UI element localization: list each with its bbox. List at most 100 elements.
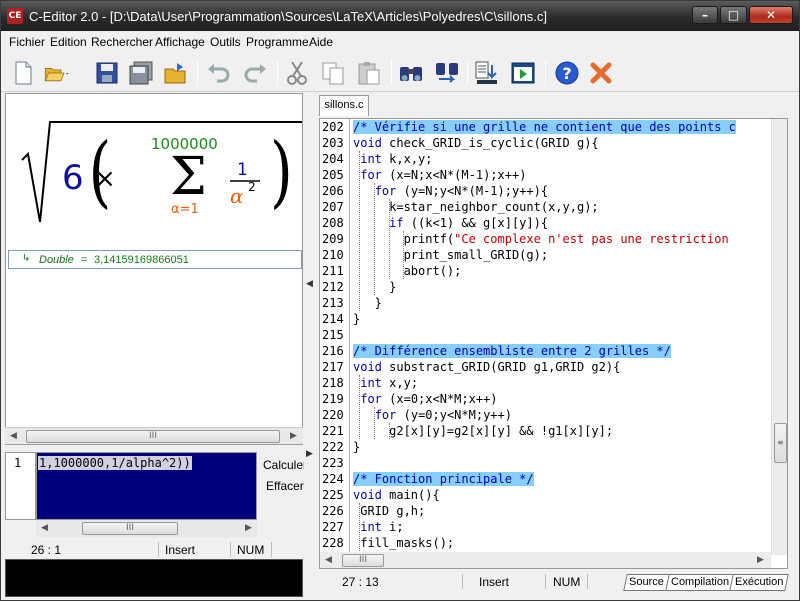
- clear-button[interactable]: Effacer: [266, 479, 304, 493]
- expand-right-icon[interactable]: ▶: [306, 449, 313, 459]
- title-bar: CE C-Editor 2.0 - [D:\Data\User\Programm…: [1, 1, 799, 31]
- result-value: 3,14159169866051: [94, 254, 189, 266]
- editor-hscrollbar[interactable]: ◀ III ▶: [320, 552, 771, 568]
- code-line[interactable]: void substract_GRID(GRID g1,GRID g2){: [353, 360, 620, 374]
- find-replace-icon[interactable]: [433, 59, 461, 87]
- cursor-position: 26 : 1: [31, 543, 62, 557]
- code-line[interactable]: for (y=0;y<N*M;y++): [353, 408, 512, 422]
- status-separator: [462, 574, 463, 589]
- cut-icon[interactable]: [283, 59, 311, 87]
- line-number: 222: [322, 440, 344, 454]
- code-line[interactable]: void main(){: [353, 488, 440, 502]
- code-line[interactable]: /* Différence ensembliste entre 2 grille…: [353, 344, 671, 358]
- line-number: 214: [322, 312, 344, 326]
- menu-edition[interactable]: Edition: [50, 35, 87, 49]
- expression-input[interactable]: 1,1000000,1/alpha^2)): [36, 452, 257, 520]
- code-keyword: void: [353, 136, 382, 150]
- code-editor[interactable]: 202 203 204 205 206 207 208 209 210 211 212 213 214 2…: [319, 118, 788, 569]
- calculate-button[interactable]: Calculer: [263, 458, 307, 472]
- line-number: 221: [322, 424, 344, 438]
- code-line[interactable]: /* Vérifie si une grille ne contient que…: [353, 120, 736, 134]
- menu-outils[interactable]: Outils: [210, 35, 241, 49]
- tab-source[interactable]: Source: [623, 574, 670, 591]
- menu-programme[interactable]: Programme: [246, 35, 309, 49]
- code-line[interactable]: int i;: [353, 520, 403, 534]
- save-icon[interactable]: [93, 59, 121, 87]
- formula-coefficient: 6: [62, 158, 84, 198]
- menu-affichage[interactable]: Affichage: [155, 35, 205, 49]
- formula-hscrollbar[interactable]: ◀ III ▶: [5, 427, 303, 444]
- scroll-right-icon[interactable]: ▶: [240, 520, 257, 537]
- code-line[interactable]: }: [353, 312, 360, 326]
- code-line[interactable]: int k,x,y;: [353, 152, 432, 166]
- code-line[interactable]: void check_GRID_is_cyclic(GRID g){: [353, 136, 599, 150]
- scroll-thumb[interactable]: III: [26, 430, 280, 443]
- redo-icon[interactable]: [241, 59, 269, 87]
- menu-fichier[interactable]: Fichier: [9, 35, 45, 49]
- menu-aide[interactable]: Aide: [309, 35, 333, 49]
- code-line[interactable]: int x,y;: [353, 376, 418, 390]
- menu-rechercher[interactable]: Rechercher: [91, 35, 153, 49]
- find-icon[interactable]: [397, 59, 425, 87]
- compile-icon[interactable]: [473, 59, 501, 87]
- toolbar: ?: [1, 54, 799, 92]
- editor-tab-bar: sillons.c: [317, 93, 799, 116]
- collapse-left-icon[interactable]: ◀: [306, 279, 313, 289]
- scroll-left-icon[interactable]: ◀: [5, 428, 22, 445]
- code-line[interactable]: }: [353, 296, 382, 310]
- status-separator: [271, 542, 272, 557]
- line-number: 202: [322, 120, 344, 134]
- pane-splitter[interactable]: ◀ ▶: [304, 93, 316, 597]
- cursor-position: 27 : 13: [342, 575, 379, 589]
- indent-guide: [374, 407, 375, 439]
- open-folder-icon[interactable]: [43, 59, 79, 87]
- status-separator: [230, 542, 231, 557]
- undo-icon[interactable]: [205, 59, 233, 87]
- editor-vscrollbar[interactable]: ≡: [771, 119, 787, 555]
- code-text: (x=N;x<N*(M-1);x++): [381, 168, 527, 182]
- run-icon[interactable]: [509, 59, 537, 87]
- toolbar-separator: [467, 60, 468, 86]
- code-line[interactable]: for (x=N;x<N*(M-1);x++): [353, 168, 526, 182]
- fraction-denominator: α: [230, 184, 244, 208]
- scroll-right-icon[interactable]: ▶: [752, 552, 769, 568]
- scroll-left-icon[interactable]: ◀: [320, 552, 337, 568]
- code-line[interactable]: fill_masks();: [353, 536, 454, 550]
- line-number: 219: [322, 392, 344, 406]
- code-line[interactable]: }: [353, 440, 360, 454]
- code-line[interactable]: for (y=N;y<N*(M-1);y++){: [353, 184, 548, 198]
- scroll-right-icon[interactable]: ▶: [285, 428, 302, 445]
- tab-sillons-c[interactable]: sillons.c: [319, 95, 369, 116]
- help-icon[interactable]: ?: [553, 59, 581, 87]
- tab-execution[interactable]: Exécution: [729, 574, 790, 591]
- code-comment: /* Vérifie si une grille ne contient que…: [353, 120, 736, 134]
- scroll-thumb[interactable]: III: [342, 554, 384, 567]
- expression-hscrollbar[interactable]: ◀ III ▶: [36, 520, 257, 537]
- code-line[interactable]: if ((k<1) && g[x][y]){: [353, 216, 548, 230]
- scroll-thumb[interactable]: III: [82, 522, 178, 535]
- code-line[interactable]: print_small_GRID(g);: [353, 248, 549, 262]
- expression-text[interactable]: 1,1000000,1/alpha^2)): [38, 456, 192, 470]
- editor-status-bar: 27 : 13 Insert NUM Source Compilation Ex…: [317, 571, 799, 593]
- code-line[interactable]: abort();: [353, 264, 462, 278]
- maximize-button[interactable]: □: [720, 6, 747, 24]
- code-line[interactable]: GRID g,h;: [353, 504, 425, 518]
- tab-compilation[interactable]: Compilation: [665, 574, 735, 591]
- code-line[interactable]: printf("Ce complexe n'est pas une restri…: [353, 232, 729, 246]
- new-file-icon[interactable]: [9, 59, 37, 87]
- status-separator: [587, 574, 588, 589]
- open-recent-icon[interactable]: [161, 59, 189, 87]
- close-x-icon[interactable]: [587, 59, 615, 87]
- save-all-icon[interactable]: [127, 59, 155, 87]
- minimize-button[interactable]: –: [692, 6, 718, 24]
- paste-icon[interactable]: [355, 59, 383, 87]
- code-keyword: int: [360, 152, 382, 166]
- scroll-thumb[interactable]: ≡: [774, 423, 787, 463]
- code-line[interactable]: for (x=0;x<N*M;x++): [353, 392, 497, 406]
- code-line[interactable]: /* Fonction principale */: [353, 472, 534, 486]
- code-line[interactable]: g2[x][y]=g2[x][y] && !g1[x][y];: [353, 424, 613, 438]
- line-number: 209: [322, 232, 344, 246]
- scroll-left-icon[interactable]: ◀: [36, 520, 53, 537]
- close-button[interactable]: ✕: [749, 6, 793, 24]
- copy-icon[interactable]: [319, 59, 347, 87]
